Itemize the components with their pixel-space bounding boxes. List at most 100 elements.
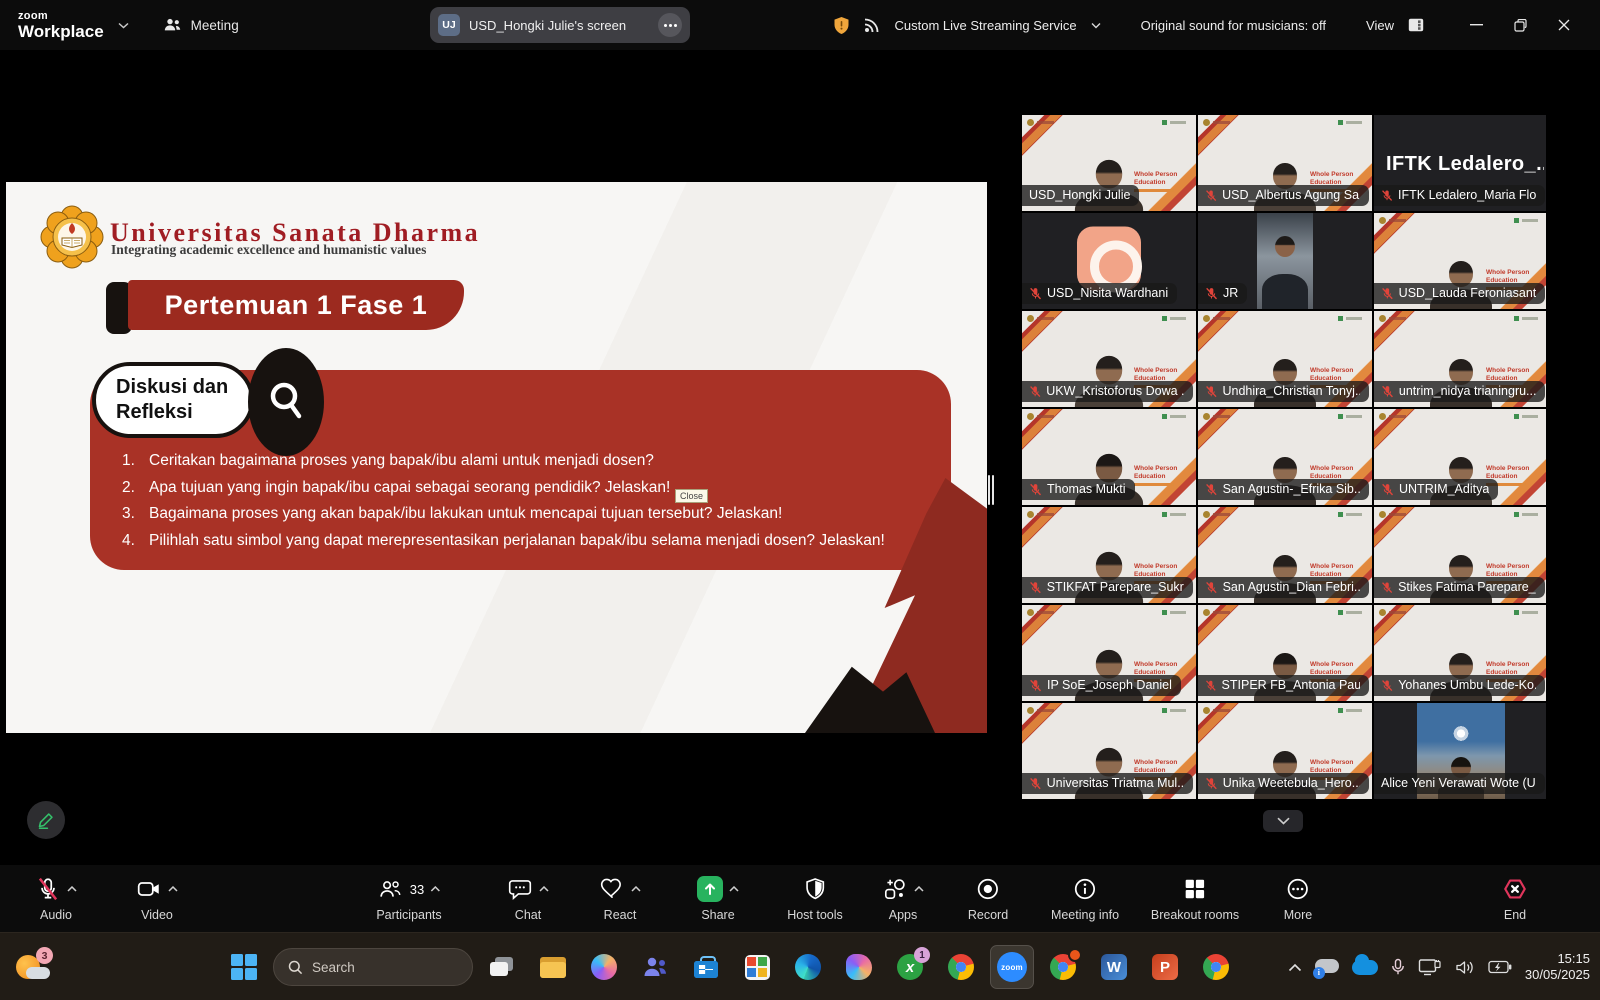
xbox-button[interactable]: x1 bbox=[888, 945, 932, 989]
chevron-up-icon[interactable] bbox=[914, 886, 924, 892]
participant-name: Undhira_Christian Tonyj... bbox=[1222, 384, 1359, 398]
tab-meeting[interactable]: Meeting bbox=[163, 17, 239, 33]
m365-button[interactable] bbox=[735, 945, 779, 989]
word-button[interactable]: W bbox=[1092, 945, 1136, 989]
taskbar-clock[interactable]: 15:15 30/05/2025 bbox=[1525, 951, 1590, 983]
record-button[interactable]: Record bbox=[968, 874, 1008, 922]
chevron-up-icon[interactable] bbox=[631, 886, 641, 892]
cloud-info-icon[interactable]: i bbox=[1315, 959, 1339, 976]
workspace-chevron-down-icon[interactable] bbox=[118, 22, 129, 29]
search-input[interactable] bbox=[312, 960, 452, 975]
react-button[interactable]: React bbox=[599, 874, 641, 922]
breakout-rooms-button[interactable]: Breakout rooms bbox=[1151, 874, 1239, 922]
tray-chevron-up-icon[interactable] bbox=[1288, 963, 1302, 972]
edge-button[interactable] bbox=[786, 945, 830, 989]
zoom-app-button[interactable]: zoom bbox=[990, 945, 1034, 989]
participant-tile[interactable]: Whole Person Education USD_Lauda Feronia… bbox=[1374, 213, 1546, 309]
participant-tile[interactable]: Whole Person Education San Agustin_Dian … bbox=[1198, 507, 1372, 603]
participant-tile[interactable]: Whole Person Education San Agustin-_Efri… bbox=[1198, 409, 1372, 505]
original-sound-status[interactable]: Original sound for musicians: off bbox=[1141, 18, 1326, 33]
participant-tile[interactable]: Whole Person Education STIKFAT Parepare_… bbox=[1022, 507, 1196, 603]
title-bar: zoom Workplace Meeting UJ USD_Hongki Jul… bbox=[0, 0, 1600, 50]
audio-button[interactable]: Audio bbox=[35, 874, 77, 922]
participant-tile[interactable]: Whole Person Education IP SoE_Joseph Dan… bbox=[1022, 605, 1196, 701]
teams-button[interactable] bbox=[633, 945, 677, 989]
apps-button[interactable]: Apps bbox=[882, 874, 924, 922]
participant-name: Thomas Mukti bbox=[1047, 482, 1126, 496]
powerpoint-icon: P bbox=[1152, 954, 1178, 980]
start-button[interactable] bbox=[222, 945, 266, 989]
participant-tile[interactable]: Whole Person Education Thomas Mukti bbox=[1022, 409, 1196, 505]
annotate-button[interactable] bbox=[27, 801, 65, 839]
participant-name-label: untrim_nidya trianingru... bbox=[1374, 381, 1545, 402]
streaming-service-label[interactable]: Custom Live Streaming Service bbox=[895, 18, 1077, 33]
streaming-chevron-down-icon[interactable] bbox=[1091, 22, 1101, 29]
participant-tile[interactable]: Whole Person Education USD_Albertus Agun… bbox=[1198, 115, 1372, 211]
participant-name: UNTRIM_Aditya bbox=[1399, 482, 1489, 496]
speaker-icon[interactable] bbox=[1455, 959, 1475, 976]
participant-tile[interactable]: Whole Person Education UKW_Kristoforus D… bbox=[1022, 311, 1196, 407]
panel-resize-handle[interactable] bbox=[988, 475, 995, 505]
participant-tile[interactable]: Whole Person Education USD_Nisita Wardha… bbox=[1022, 213, 1196, 309]
participant-tile[interactable]: Whole Person Education JR bbox=[1198, 213, 1372, 309]
chrome-button-2[interactable] bbox=[1194, 945, 1238, 989]
onedrive-icon[interactable] bbox=[1352, 960, 1378, 975]
chevron-up-icon[interactable] bbox=[168, 886, 178, 892]
chevron-up-icon[interactable] bbox=[729, 886, 739, 892]
minimize-button[interactable] bbox=[1454, 0, 1498, 50]
tray-mic-icon[interactable] bbox=[1391, 958, 1405, 976]
view-layout-icon[interactable] bbox=[1408, 18, 1424, 32]
view-button-label[interactable]: View bbox=[1366, 18, 1394, 33]
heart-icon bbox=[599, 876, 625, 902]
participant-tile[interactable]: Whole Person Education untrim_nidya tria… bbox=[1374, 311, 1546, 407]
participant-name-label: IFTK Ledalero_Maria Flo... bbox=[1374, 185, 1545, 206]
chat-bubble-icon bbox=[507, 876, 533, 902]
participant-name: Yohanes Umbu Lede-Ko... bbox=[1398, 678, 1535, 692]
participant-tile[interactable]: Whole Person Education STIPER FB_Antonia… bbox=[1198, 605, 1372, 701]
maximize-button[interactable] bbox=[1498, 0, 1542, 50]
participant-name-label: IP SoE_Joseph Daniel bbox=[1022, 675, 1181, 696]
mic-muted-icon bbox=[1381, 189, 1393, 202]
scroll-participants-button[interactable] bbox=[1263, 810, 1303, 832]
participant-tile[interactable]: Whole Person Education USD_Hongki Julie bbox=[1022, 115, 1196, 211]
participant-tile[interactable]: Whole Person Education IFTK Ledalero_...… bbox=[1374, 115, 1546, 211]
file-explorer-button[interactable] bbox=[531, 945, 575, 989]
task-view-button[interactable] bbox=[480, 945, 524, 989]
tab-more-options-icon[interactable] bbox=[658, 13, 682, 37]
chrome-button[interactable] bbox=[939, 945, 983, 989]
chevron-up-icon[interactable] bbox=[539, 886, 549, 892]
participant-name-label: San Agustin_Dian Febri... bbox=[1198, 577, 1369, 598]
microsoft-store-button[interactable] bbox=[684, 945, 728, 989]
tab-shared-screen[interactable]: UJ USD_Hongki Julie's screen bbox=[430, 7, 690, 43]
host-tools-button[interactable]: Host tools bbox=[787, 874, 843, 922]
security-shield-icon[interactable] bbox=[833, 16, 850, 35]
participant-tile[interactable]: Whole Person Education UNTRIM_Aditya bbox=[1374, 409, 1546, 505]
participant-tile[interactable]: Whole Person Education Universitas Triat… bbox=[1022, 703, 1196, 799]
participants-button[interactable]: 33 Participants bbox=[376, 874, 441, 922]
weather-widget[interactable]: 3 bbox=[12, 947, 56, 987]
copilot-app-button[interactable] bbox=[837, 945, 881, 989]
chat-button[interactable]: Chat bbox=[507, 874, 549, 922]
participant-tile[interactable]: Whole Person Education Undhira_Christian… bbox=[1198, 311, 1372, 407]
taskbar-search[interactable] bbox=[273, 948, 473, 986]
participant-tile[interactable]: Whole Person Education Yohanes Umbu Lede… bbox=[1374, 605, 1546, 701]
participant-tile[interactable]: Whole Person Education Stikes Fatima Par… bbox=[1374, 507, 1546, 603]
more-button[interactable]: More bbox=[1284, 874, 1312, 922]
chevron-up-icon[interactable] bbox=[430, 886, 440, 892]
powerpoint-button[interactable]: P bbox=[1143, 945, 1187, 989]
participant-name-label: STIKFAT Parepare_Sukri bbox=[1022, 577, 1193, 598]
chevron-up-icon[interactable] bbox=[67, 886, 77, 892]
chrome-profile-button[interactable] bbox=[1041, 945, 1085, 989]
display-icon[interactable] bbox=[1418, 958, 1442, 976]
tab-initials-badge: UJ bbox=[438, 14, 460, 36]
copilot-button[interactable] bbox=[582, 945, 626, 989]
share-screen-button[interactable]: Share bbox=[697, 874, 739, 922]
battery-icon[interactable] bbox=[1488, 960, 1512, 974]
participant-tile[interactable]: Whole Person Education Unika Weetebula_H… bbox=[1198, 703, 1372, 799]
end-meeting-button[interactable]: End bbox=[1502, 874, 1528, 922]
participant-tile[interactable]: Whole Person Education Alice Yeni Verawa… bbox=[1374, 703, 1546, 799]
mic-muted-icon bbox=[1205, 581, 1218, 594]
meeting-info-button[interactable]: Meeting info bbox=[1051, 874, 1119, 922]
close-button[interactable] bbox=[1542, 0, 1586, 50]
video-button[interactable]: Video bbox=[136, 874, 178, 922]
